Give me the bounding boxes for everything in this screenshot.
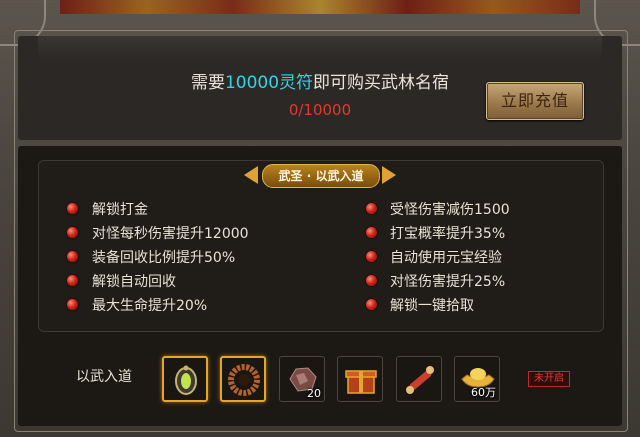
bullet-dot-icon	[67, 251, 78, 262]
amulet-icon	[175, 365, 197, 395]
bullet-dot-icon	[67, 299, 78, 310]
bullet-dot-icon	[67, 227, 78, 238]
bullet-dot-icon	[366, 203, 377, 214]
perk-left-4: 解锁自动回收	[92, 274, 176, 290]
banner-right-arrow-icon	[382, 166, 396, 184]
bullet-dot-icon	[366, 299, 377, 310]
perk-right-1: 受怪伤害减伤1500	[390, 202, 510, 218]
bead-ring-icon	[228, 364, 260, 396]
requirement-amount: 10000灵符	[224, 73, 314, 93]
tier-banner-label: 武圣 · 以武入道	[262, 164, 380, 188]
not-open-badge: 未开启	[528, 371, 570, 387]
bullet-dot-icon	[67, 275, 78, 286]
bullet-dot-icon	[366, 251, 377, 262]
perk-left-3: 装备回收比例提升50%	[92, 250, 236, 266]
requirement-prefix: 需要	[190, 73, 225, 93]
gift-box-icon	[345, 370, 377, 394]
perk-right-3: 自动使用元宝经验	[390, 250, 502, 266]
banner-left-arrow-icon	[244, 166, 258, 184]
recharge-button[interactable]: 立即充值	[486, 82, 584, 120]
bullet-dot-icon	[366, 227, 377, 238]
item-count: 60万	[471, 386, 496, 399]
tier-banner: 武圣 · 以武入道	[242, 163, 398, 189]
reward-slot-2[interactable]	[220, 356, 266, 402]
perk-right-2: 打宝概率提升35%	[390, 226, 506, 242]
perk-left-1: 解锁打金	[92, 202, 148, 218]
reward-slot-3[interactable]: 20	[279, 356, 325, 402]
perk-right-5: 解锁一键拾取	[390, 298, 474, 314]
item-count: 20	[307, 387, 321, 400]
bullet-dot-icon	[67, 203, 78, 214]
reward-slot-6[interactable]: 60万	[454, 356, 500, 402]
perk-left-2: 对怪每秒伤害提升12000	[92, 226, 249, 242]
bullet-dot-icon	[366, 275, 377, 286]
reward-slot-1[interactable]	[162, 356, 208, 402]
requirement-suffix: 即可购买武林名宿	[313, 73, 450, 93]
perk-right-4: 对怪伤害提升25%	[390, 274, 506, 290]
scroll-icon	[406, 366, 434, 394]
panel-lip	[38, 36, 602, 60]
reward-slot-4[interactable]	[337, 356, 383, 402]
reward-slot-5[interactable]	[396, 356, 442, 402]
perk-left-5: 最大生命提升20%	[92, 298, 208, 314]
top-ornament-strip	[60, 0, 580, 14]
rewards-label: 以武入道	[76, 369, 132, 385]
